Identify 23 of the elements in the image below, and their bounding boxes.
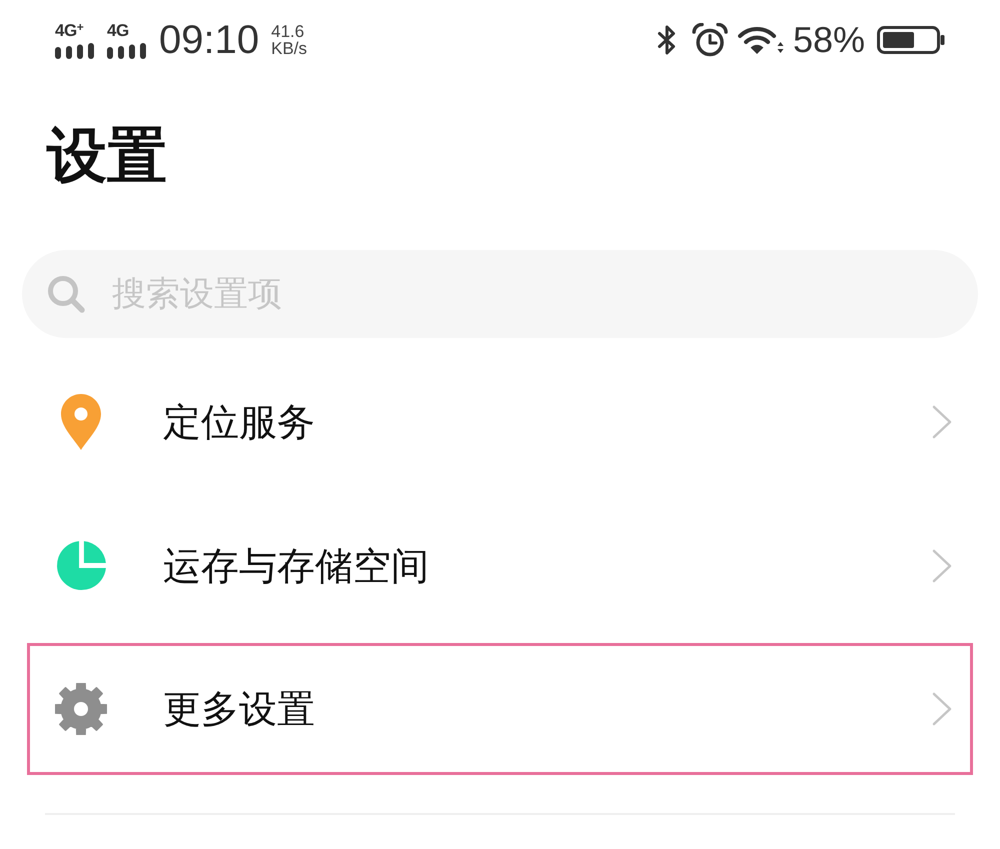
network-speed-value: 41.6	[271, 23, 304, 40]
alarm-clock-icon	[692, 23, 728, 57]
page-title: 设置	[47, 120, 167, 192]
battery-percentage: 58%	[792, 20, 865, 60]
network-speed-unit: KB/s	[271, 40, 308, 57]
chevron-right-icon	[932, 405, 952, 439]
clock-time: 09:10	[159, 20, 260, 60]
network-type-label: 4G	[107, 22, 129, 40]
network-type-label: 4G$^{+}$	[55, 22, 84, 40]
search-icon	[47, 275, 85, 313]
chevron-right-icon	[932, 548, 952, 582]
location-pin-icon	[61, 394, 101, 450]
wifi-icon	[738, 24, 784, 56]
signal-icon	[107, 42, 147, 58]
gear-icon	[55, 683, 107, 735]
chevron-right-icon	[932, 692, 952, 726]
battery-icon	[877, 26, 945, 54]
bluetooth-icon	[656, 24, 677, 56]
pie-chart-icon	[56, 540, 106, 591]
signal-icon	[55, 42, 95, 58]
setting-item-label[interactable]: 运存与存储空间	[163, 542, 429, 590]
setting-item-label[interactable]: 更多设置	[163, 685, 315, 733]
setting-item-label[interactable]: 定位服务	[163, 398, 315, 446]
